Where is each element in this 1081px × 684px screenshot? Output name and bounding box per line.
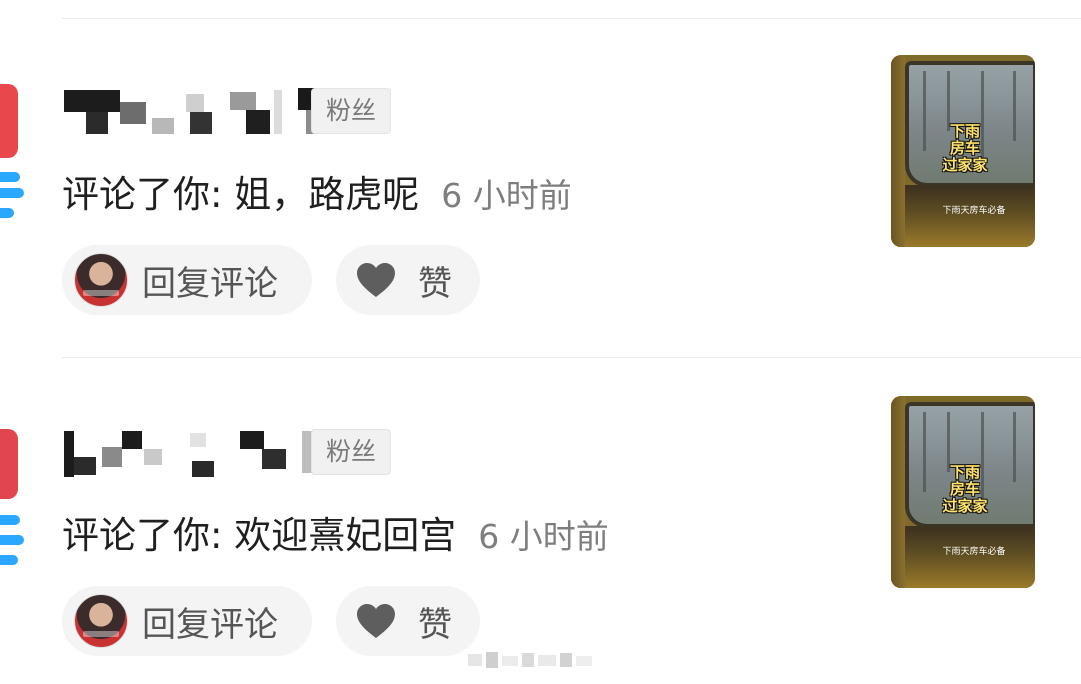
thumbnail-subtitle: 下雨天房车必备 — [942, 547, 1006, 557]
masked-text-overflow — [468, 652, 592, 668]
comment-text[interactable]: 评论了你: 欢迎熹妃回宫 6 小时前 — [62, 505, 609, 559]
avatar[interactable] — [0, 429, 24, 579]
comment-action: 评论了你: — [62, 514, 235, 557]
follower-badge: 粉丝 — [311, 429, 391, 475]
like-label: 赞 — [418, 263, 452, 304]
my-avatar — [74, 594, 128, 648]
reply-comment-button[interactable]: 回复评论 — [62, 245, 312, 315]
thumbnail-title: 下雨 房车 过家家 — [942, 463, 988, 515]
notification-item[interactable]: 粉丝 评论了你: 姐，路虎呢 6 小时前 回复评论 赞 下雨 房车 过家家 下雨… — [0, 0, 1081, 320]
like-label: 赞 — [418, 604, 452, 645]
video-thumbnail[interactable]: 下雨 房车 过家家 下雨天房车必备 — [891, 55, 1035, 247]
username-masked[interactable] — [62, 84, 338, 134]
heart-icon — [357, 604, 395, 638]
comment-content: 姐，路虎呢 — [234, 173, 420, 216]
notification-item[interactable]: 粉丝 评论了你: 欢迎熹妃回宫 6 小时前 回复评论 赞 下雨 房车 过家家 下… — [0, 341, 1081, 661]
video-thumbnail[interactable]: 下雨 房车 过家家 下雨天房车必备 — [891, 396, 1035, 588]
like-button[interactable]: 赞 — [336, 245, 480, 315]
like-button[interactable]: 赞 — [336, 586, 480, 656]
comment-action: 评论了你: — [62, 173, 235, 216]
avatar[interactable] — [0, 84, 24, 234]
follower-badge: 粉丝 — [311, 88, 391, 134]
timestamp: 6 小时前 — [478, 517, 609, 556]
reply-comment-button[interactable]: 回复评论 — [62, 586, 312, 656]
timestamp: 6 小时前 — [441, 176, 572, 215]
thumbnail-subtitle: 下雨天房车必备 — [942, 206, 1006, 216]
reply-label: 回复评论 — [142, 604, 278, 645]
heart-icon — [357, 263, 395, 297]
reply-label: 回复评论 — [142, 263, 278, 304]
thumbnail-title: 下雨 房车 过家家 — [942, 122, 988, 174]
my-avatar — [74, 253, 128, 307]
username-masked[interactable] — [62, 427, 338, 477]
notification-page: 粉丝 评论了你: 姐，路虎呢 6 小时前 回复评论 赞 下雨 房车 过家家 下雨… — [0, 0, 1081, 684]
comment-text[interactable]: 评论了你: 姐，路虎呢 6 小时前 — [62, 164, 572, 218]
comment-content: 欢迎熹妃回宫 — [234, 514, 457, 557]
